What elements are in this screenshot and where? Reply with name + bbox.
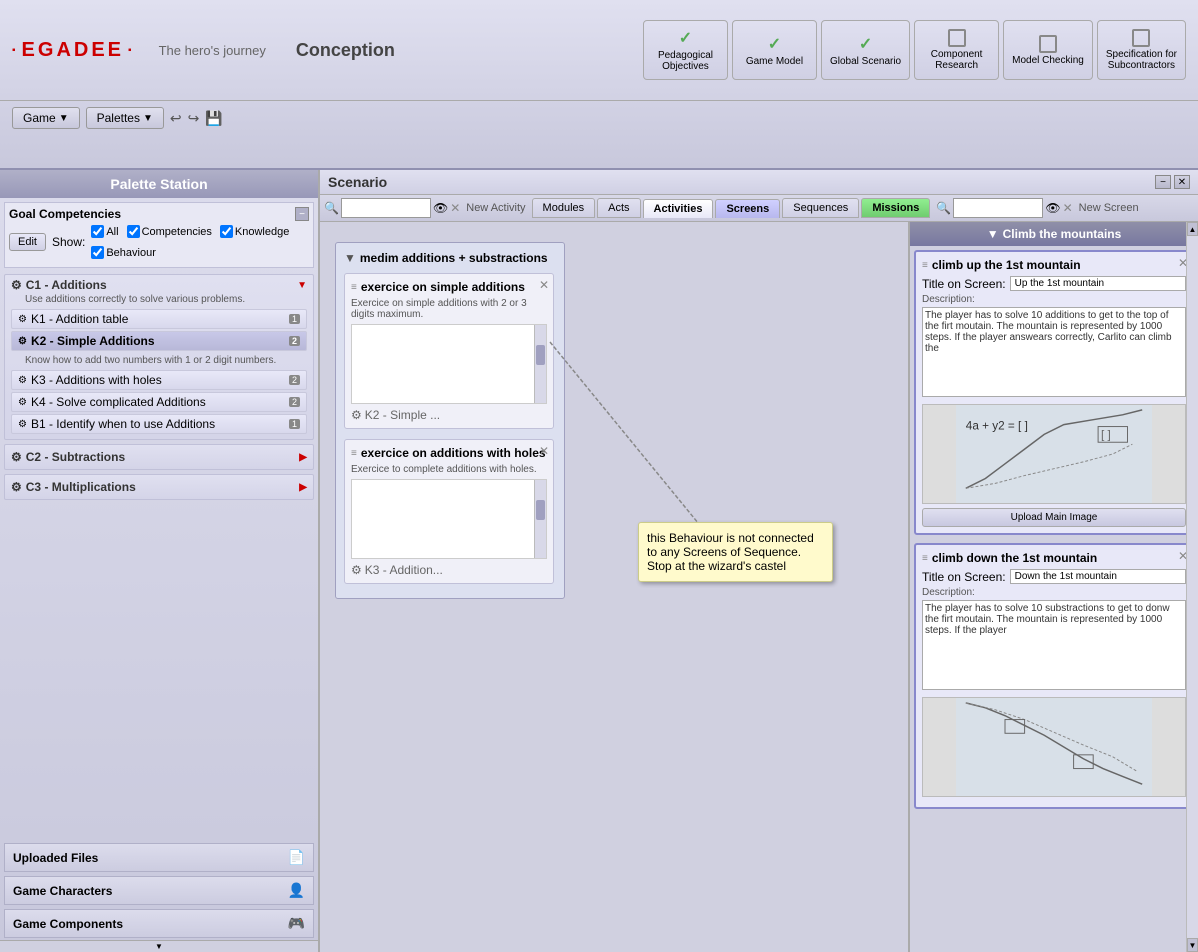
scenario-header: Scenario − ✕	[320, 170, 1198, 195]
save-icon[interactable]: 💾	[205, 110, 222, 127]
new-activity-label: New Activity	[466, 202, 525, 214]
sc1-title-input[interactable]	[1010, 276, 1186, 291]
upload-files-icon: 📄	[288, 849, 305, 866]
left-panel-scroll-down[interactable]: ▼	[155, 942, 163, 951]
conception-label: Conception	[296, 40, 395, 61]
checkbox-competencies[interactable]: Competencies	[127, 225, 212, 238]
activity-search-input[interactable]	[341, 198, 431, 218]
project-title: The hero's journey	[159, 43, 266, 58]
skill-icon-k1: ⚙	[18, 314, 27, 325]
goal-comp-title: Goal Competencies	[9, 207, 121, 221]
comp-header-c1[interactable]: ⚙ C1 - Additions ▼	[11, 278, 307, 292]
palettes-menu-button[interactable]: Palettes ▼	[86, 107, 164, 129]
game-menu-button[interactable]: Game ▼	[12, 107, 80, 129]
palette-title: Palette Station	[0, 170, 318, 198]
group-collapse-icon[interactable]: ▼	[344, 251, 356, 265]
game-characters-section[interactable]: Game Characters 👤	[4, 876, 314, 905]
skill-k4[interactable]: ⚙ K4 - Solve complicated Additions 2	[11, 392, 307, 412]
svg-text:[ ]: [ ]	[1101, 428, 1111, 441]
svg-text:4a + y2 = [ ]: 4a + y2 = [ ]	[966, 420, 1028, 433]
exercise-card-1: ≡ exercice on simple additions ✕ Exercic…	[344, 273, 554, 429]
filter-icon-right[interactable]: 🔍	[936, 201, 951, 215]
sc1-image: 4a + y2 = [ ] [ ]	[922, 404, 1186, 504]
screens-scroll-down[interactable]: ▼	[1187, 938, 1198, 952]
tab-global-scenario[interactable]: ✓ Global Scenario	[821, 20, 910, 80]
game-components-icon: 🎮	[288, 915, 305, 932]
ex2-icon: ≡	[351, 448, 357, 459]
skill-icon-k4: ⚙	[18, 397, 27, 408]
k3-ref-icon: ⚙	[351, 563, 362, 577]
redo-icon[interactable]: ↪	[188, 110, 200, 127]
comp-section-c2[interactable]: ⚙ C2 - Subtractions ▶	[4, 444, 314, 470]
ex2-close[interactable]: ✕	[539, 444, 549, 458]
screens-panel-header: ▼ Climb the mountains	[910, 222, 1198, 246]
eye-icon-left[interactable]: 👁	[433, 201, 448, 215]
tab-activities[interactable]: Activities	[643, 199, 714, 218]
scenario-close[interactable]: ✕	[1174, 175, 1190, 189]
game-characters-icon: 👤	[288, 882, 305, 899]
scenario-title: Scenario	[328, 174, 387, 190]
screens-scroll-up[interactable]: ▲	[1187, 222, 1198, 236]
app-logo: ▪ EGADEE ▪	[12, 39, 134, 62]
filter-icon-left[interactable]: 🔍	[324, 201, 339, 215]
checkbox-all[interactable]: All	[91, 225, 118, 238]
ex1-close[interactable]: ✕	[539, 278, 549, 292]
undo-icon[interactable]: ↩	[170, 110, 182, 127]
skill-b1[interactable]: ⚙ B1 - Identify when to use Additions 1	[11, 414, 307, 434]
tab-specification-subcontractors[interactable]: Specification forSubcontractors	[1097, 20, 1186, 80]
checkbox-knowledge[interactable]: Knowledge	[220, 225, 289, 238]
close-search-left[interactable]: ✕	[450, 201, 460, 215]
goal-competencies-section: Goal Competencies − Edit Show: All Compe…	[4, 202, 314, 268]
screen-search-input[interactable]	[953, 198, 1043, 218]
comp-icon-c1: ⚙	[11, 278, 22, 292]
new-screen-label: New Screen	[1079, 202, 1139, 214]
scenario-tabs-bar: 🔍 👁 ✕ New Activity Modules Acts Activiti…	[320, 195, 1198, 222]
tab-screens[interactable]: Screens	[715, 199, 780, 218]
screen-card-2: ≡ climb down the 1st mountain ✕ Title on…	[914, 543, 1194, 809]
tab-model-checking[interactable]: Model Checking	[1003, 20, 1093, 80]
sc1-desc-textarea[interactable]: The player has to solve 10 additions to …	[922, 307, 1186, 397]
scenario-minimize[interactable]: −	[1155, 175, 1171, 189]
edit-button[interactable]: Edit	[9, 233, 46, 251]
skill-icon-k2: ⚙	[18, 336, 27, 347]
tab-game-model[interactable]: ✓ Game Model	[732, 20, 817, 80]
show-label: Show:	[52, 235, 85, 249]
eye-icon-right[interactable]: 👁	[1045, 201, 1060, 215]
tab-pedagogical-objectives[interactable]: ✓ PedagogicalObjectives	[643, 20, 728, 80]
skill-k2[interactable]: ⚙ K2 - Simple Additions 2	[11, 331, 307, 351]
skill-k3[interactable]: ⚙ K3 - Additions with holes 2	[11, 370, 307, 390]
skill-icon-b1: ⚙	[18, 419, 27, 430]
uploaded-files-section[interactable]: Uploaded Files 📄	[4, 843, 314, 872]
activity-group-label: medim additions + substractions	[360, 251, 548, 265]
ex1-icon: ≡	[351, 282, 357, 293]
tab-acts[interactable]: Acts	[597, 198, 640, 218]
collapse-goal-comp[interactable]: −	[295, 207, 309, 221]
tab-component-research[interactable]: ComponentResearch	[914, 20, 999, 80]
tab-modules[interactable]: Modules	[532, 198, 596, 218]
comp-section-c1: ⚙ C1 - Additions ▼ Use additions correct…	[4, 274, 314, 440]
skill-icon-k3: ⚙	[18, 375, 27, 386]
tab-missions[interactable]: Missions	[861, 198, 930, 218]
tab-sequences[interactable]: Sequences	[782, 198, 859, 218]
behaviour-tooltip: this Behaviour is not connected to any S…	[638, 522, 833, 582]
k2-ref-icon: ⚙	[351, 408, 362, 422]
checkbox-behaviour[interactable]: Behaviour	[91, 246, 156, 259]
close-search-right[interactable]: ✕	[1063, 201, 1073, 215]
sc2-image	[922, 697, 1186, 797]
sc1-icon: ≡	[922, 260, 928, 271]
exercise-card-2: ≡ exercice on additions with holes ✕ Exe…	[344, 439, 554, 584]
upload-main-image-button[interactable]: Upload Main Image	[922, 508, 1186, 527]
sc2-desc-textarea[interactable]: The player has to solve 10 substractions…	[922, 600, 1186, 690]
sc2-icon: ≡	[922, 553, 928, 564]
sc2-title-input[interactable]	[1010, 569, 1186, 584]
game-components-section[interactable]: Game Components 🎮	[4, 909, 314, 938]
comp-section-c3[interactable]: ⚙ C3 - Multiplications ▶	[4, 474, 314, 500]
screen-card-1: ≡ climb up the 1st mountain ✕ Title on S…	[914, 250, 1194, 535]
skill-k1[interactable]: ⚙ K1 - Addition table 1	[11, 309, 307, 329]
